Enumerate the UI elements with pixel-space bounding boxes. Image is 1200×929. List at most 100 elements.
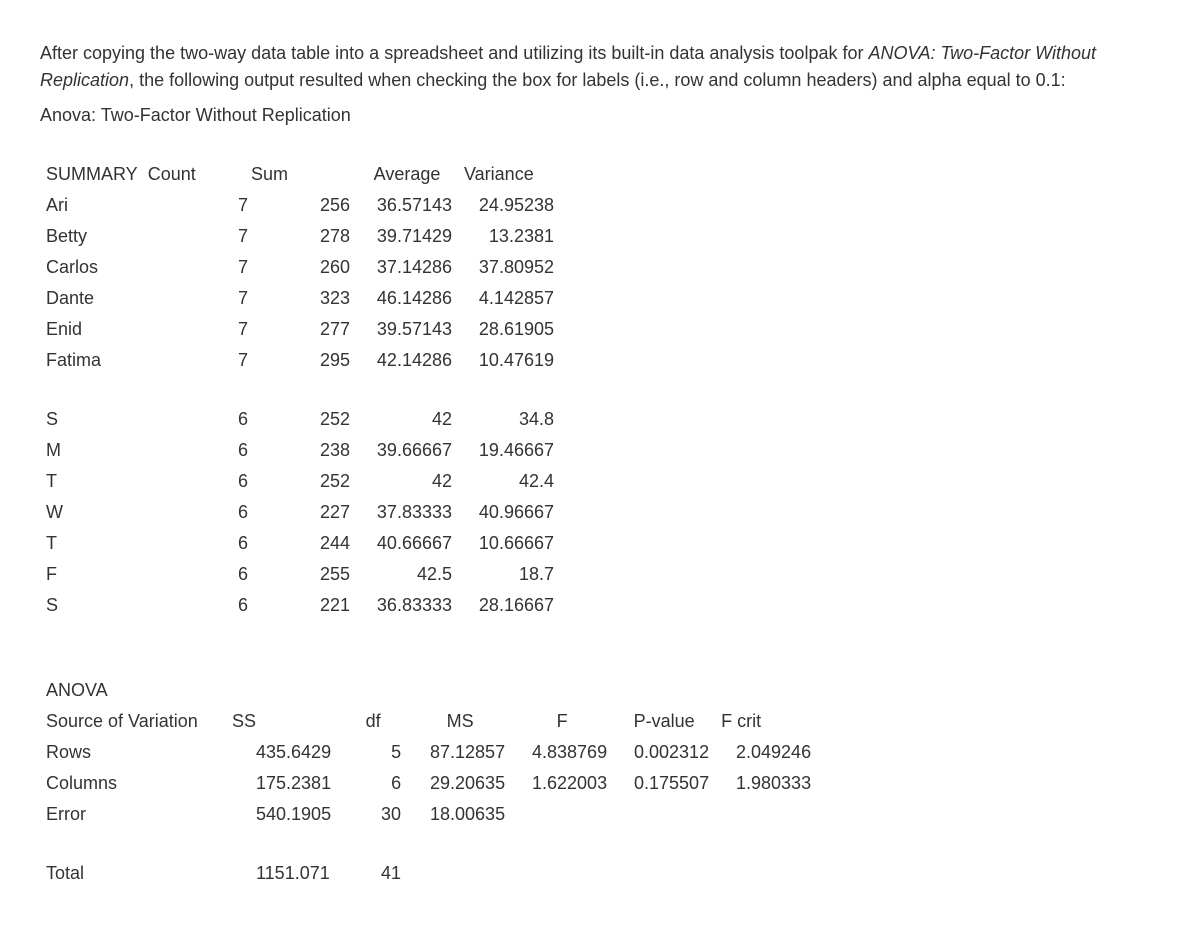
anova-header-source: Source of Variation <box>40 706 232 737</box>
anova-source: Columns <box>40 768 232 799</box>
anova-header-ss: SS <box>232 706 337 737</box>
summary-day-row: T62524242.4 <box>40 466 560 497</box>
summary-day-average: 39.66667 <box>356 435 458 466</box>
anova-fc <box>715 799 817 830</box>
anova-df: 6 <box>337 768 409 799</box>
summary-person-label: Enid <box>40 314 232 345</box>
summary-header-label: SUMMARY Count <box>40 159 232 190</box>
anova-fc: 2.049246 <box>715 737 817 768</box>
summary-person-sum: 295 <box>294 345 356 376</box>
anova-p <box>613 799 715 830</box>
anova-header-df: df <box>337 706 409 737</box>
anova-total-df: 41 <box>337 858 409 889</box>
summary-day-average: 37.83333 <box>356 497 458 528</box>
summary-day-variance: 18.7 <box>458 559 560 590</box>
anova-header-ms: MS <box>409 706 511 737</box>
summary-person-variance: 24.95238 <box>458 190 560 221</box>
summary-person-average: 42.14286 <box>356 345 458 376</box>
summary-day-row: S622136.8333328.16667 <box>40 590 560 621</box>
summary-day-count: 6 <box>232 466 294 497</box>
summary-day-sum: 252 <box>294 404 356 435</box>
summary-day-average: 42.5 <box>356 559 458 590</box>
anova-total-ss: 1151.071 <box>232 858 337 889</box>
summary-person-variance: 4.142857 <box>458 283 560 314</box>
summary-day-sum: 252 <box>294 466 356 497</box>
anova-header-fc: F crit <box>715 706 817 737</box>
anova-title: ANOVA <box>40 675 232 706</box>
summary-person-row: Enid727739.5714328.61905 <box>40 314 560 345</box>
summary-person-row: Ari725636.5714324.95238 <box>40 190 560 221</box>
summary-person-count: 7 <box>232 314 294 345</box>
summary-header-variance: Variance <box>458 159 560 190</box>
anova-header-p: P-value <box>613 706 715 737</box>
summary-person-count: 7 <box>232 190 294 221</box>
summary-person-sum: 323 <box>294 283 356 314</box>
anova-ss: 175.2381 <box>232 768 337 799</box>
summary-day-average: 40.66667 <box>356 528 458 559</box>
anova-total-label: Total <box>40 858 232 889</box>
summary-header-spacer <box>294 159 356 190</box>
summary-person-row: Fatima729542.1428610.47619 <box>40 345 560 376</box>
anova-ms: 18.00635 <box>409 799 511 830</box>
summary-person-label: Carlos <box>40 252 232 283</box>
summary-person-count: 7 <box>232 252 294 283</box>
anova-f: 4.838769 <box>511 737 613 768</box>
summary-day-label: M <box>40 435 232 466</box>
summary-day-row: F625542.518.7 <box>40 559 560 590</box>
summary-person-count: 7 <box>232 283 294 314</box>
summary-person-average: 37.14286 <box>356 252 458 283</box>
anova-p: 0.002312 <box>613 737 715 768</box>
summary-day-label: F <box>40 559 232 590</box>
anova-header-f: F <box>511 706 613 737</box>
anova-ms: 29.20635 <box>409 768 511 799</box>
summary-day-variance: 34.8 <box>458 404 560 435</box>
summary-day-row: S62524234.8 <box>40 404 560 435</box>
anova-f: 1.622003 <box>511 768 613 799</box>
summary-day-variance: 40.96667 <box>458 497 560 528</box>
anova-fc: 1.980333 <box>715 768 817 799</box>
summary-day-sum: 244 <box>294 528 356 559</box>
summary-day-sum: 238 <box>294 435 356 466</box>
intro-paragraph: After copying the two-way data table int… <box>40 40 1160 94</box>
summary-day-variance: 19.46667 <box>458 435 560 466</box>
anova-data-row: Error540.19053018.00635 <box>40 799 817 830</box>
summary-person-average: 46.14286 <box>356 283 458 314</box>
anova-header-row: Source of Variation SS df MS F P-value F… <box>40 706 817 737</box>
summary-day-variance: 28.16667 <box>458 590 560 621</box>
anova-total-row: Total 1151.071 41 <box>40 858 817 889</box>
summary-day-count: 6 <box>232 559 294 590</box>
summary-person-row: Carlos726037.1428637.80952 <box>40 252 560 283</box>
summary-person-variance: 13.2381 <box>458 221 560 252</box>
summary-day-average: 42 <box>356 404 458 435</box>
anova-ss: 540.1905 <box>232 799 337 830</box>
summary-person-average: 39.57143 <box>356 314 458 345</box>
anova-df: 5 <box>337 737 409 768</box>
summary-person-label: Dante <box>40 283 232 314</box>
summary-person-row: Dante732346.142864.142857 <box>40 283 560 314</box>
summary-person-sum: 260 <box>294 252 356 283</box>
summary-day-count: 6 <box>232 404 294 435</box>
summary-person-sum: 278 <box>294 221 356 252</box>
summary-day-average: 36.83333 <box>356 590 458 621</box>
summary-person-count: 7 <box>232 221 294 252</box>
summary-day-label: S <box>40 404 232 435</box>
anova-source: Error <box>40 799 232 830</box>
summary-day-row: T624440.6666710.66667 <box>40 528 560 559</box>
anova-table: ANOVA Source of Variation SS df MS F P-v… <box>40 675 817 889</box>
anova-source: Rows <box>40 737 232 768</box>
summary-person-variance: 37.80952 <box>458 252 560 283</box>
summary-day-row: M623839.6666719.46667 <box>40 435 560 466</box>
summary-day-count: 6 <box>232 497 294 528</box>
summary-person-variance: 28.61905 <box>458 314 560 345</box>
summary-day-count: 6 <box>232 435 294 466</box>
anova-subtitle: Anova: Two-Factor Without Replication <box>40 102 1160 129</box>
summary-person-count: 7 <box>232 345 294 376</box>
summary-person-label: Fatima <box>40 345 232 376</box>
summary-table: SUMMARY Count Sum Average Variance Ari72… <box>40 159 560 621</box>
summary-day-sum: 255 <box>294 559 356 590</box>
summary-day-average: 42 <box>356 466 458 497</box>
anova-f <box>511 799 613 830</box>
anova-df: 30 <box>337 799 409 830</box>
summary-day-count: 6 <box>232 590 294 621</box>
anova-ss: 435.6429 <box>232 737 337 768</box>
